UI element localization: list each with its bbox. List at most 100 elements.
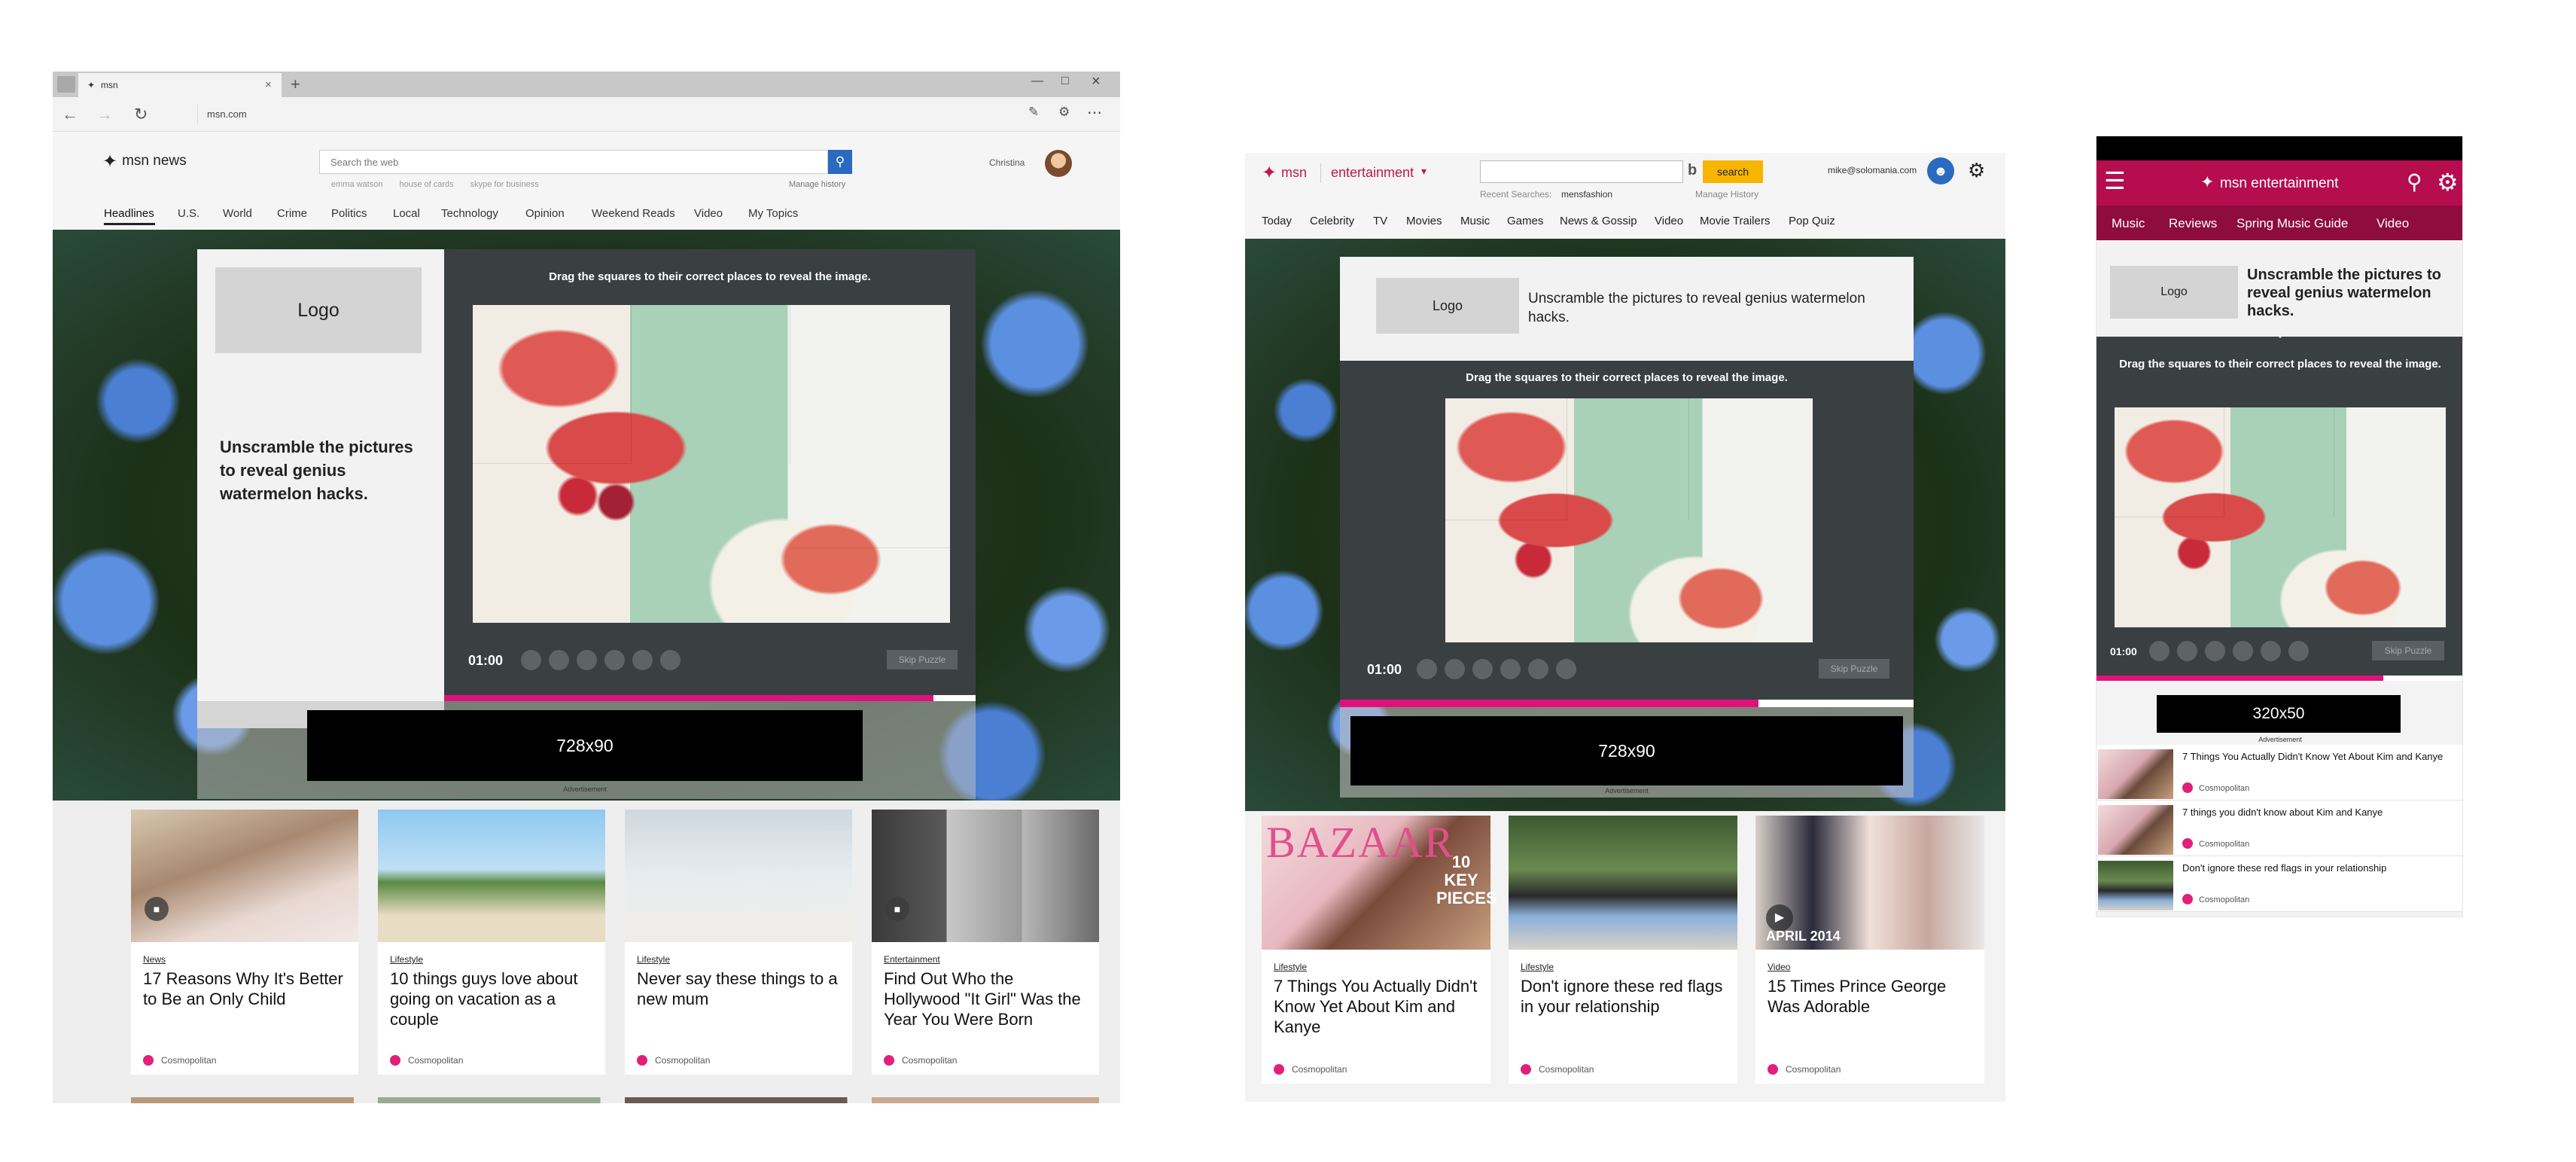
recent-search-value[interactable]: mensfashion	[1561, 189, 1612, 200]
search-icon[interactable]: ⚲	[2407, 169, 2422, 194]
nav-today[interactable]: Today	[1262, 215, 1292, 227]
card-category[interactable]: Video	[1768, 962, 1790, 972]
card-title[interactable]: Never say these things to a new mum	[637, 969, 845, 1010]
tab-list-icon[interactable]	[57, 76, 75, 93]
nav-technology[interactable]: Technology	[441, 207, 498, 220]
puzzle-tile-3[interactable]	[2115, 517, 2224, 627]
card-title[interactable]: 7 Things You Actually Didn't Know Yet Ab…	[1274, 977, 1483, 1037]
puzzle-board[interactable]	[1445, 398, 1813, 642]
puzzle-tile-4[interactable]	[790, 547, 950, 623]
nav-celebrity[interactable]: Celebrity	[1310, 215, 1354, 227]
nav-spring-music-guide[interactable]: Spring Music Guide	[2236, 216, 2348, 231]
back-icon[interactable]: ←	[62, 105, 78, 124]
refresh-icon[interactable]: ↻	[134, 105, 148, 124]
card-title[interactable]: Don't ignore these red flags in your rel…	[1521, 977, 1730, 1017]
card-category[interactable]: News	[143, 954, 166, 965]
nav-music[interactable]: Music	[1460, 215, 1490, 227]
nav-us[interactable]: U.S.	[178, 207, 199, 220]
nav-local[interactable]: Local	[393, 207, 420, 220]
hamburger-icon[interactable]: ☰	[2104, 166, 2126, 195]
puzzle-tile-1[interactable]	[2115, 407, 2224, 517]
nav-world[interactable]: World	[223, 207, 252, 220]
card-title[interactable]: Find Out Who the Hollywood "It Girl" Was…	[884, 969, 1095, 1029]
maximize-icon[interactable]: □	[1061, 75, 1069, 88]
nav-pop-quiz[interactable]: Pop Quiz	[1789, 215, 1835, 227]
card-title[interactable]: 15 Times Prince George Was Adorable	[1768, 977, 1977, 1017]
nav-weekend-reads[interactable]: Weekend Reads	[592, 207, 675, 220]
list-item[interactable]: Don't ignore these red flags in your rel…	[2096, 856, 2462, 912]
puzzle-board[interactable]	[2115, 407, 2446, 627]
tablet-logo[interactable]: msn	[1281, 165, 1307, 181]
list-item[interactable]: 7 Things You Actually Didn't Know Yet Ab…	[2096, 745, 2462, 801]
puzzle-tile-3[interactable]	[473, 464, 632, 623]
news-card[interactable]: Lifestyle Don't ignore these red flags i…	[1509, 816, 1737, 1084]
skip-puzzle-button[interactable]: Skip Puzzle	[1819, 659, 1889, 679]
card-category[interactable]: Lifestyle	[1521, 962, 1554, 972]
username[interactable]: Christina	[989, 157, 1025, 168]
puzzle-board[interactable]	[473, 305, 950, 623]
minimize-icon[interactable]: —	[1031, 75, 1043, 88]
card-category[interactable]: Lifestyle	[1274, 962, 1307, 972]
nav-movie-trailers[interactable]: Movie Trailers	[1700, 215, 1770, 227]
msn-logo[interactable]: ✦ msn news	[102, 150, 187, 172]
manage-history-link[interactable]: Manage History	[1695, 189, 1758, 200]
search-input[interactable]	[1480, 160, 1683, 183]
list-title[interactable]: 7 Things You Actually Didn't Know Yet Ab…	[2182, 751, 2458, 763]
nav-music[interactable]: Music	[2112, 216, 2145, 231]
skip-puzzle-button[interactable]: Skip Puzzle	[2372, 641, 2444, 660]
section-label[interactable]: entertainment	[1331, 165, 1414, 181]
puzzle-tile-2[interactable]	[1567, 398, 1689, 520]
list-title[interactable]: 7 things you didn't know about Kim and K…	[2182, 807, 2458, 819]
nav-my-topics[interactable]: My Topics	[748, 207, 798, 220]
news-card[interactable]: ■ News 17 Reasons Why It's Better to Be …	[131, 810, 358, 1075]
list-item[interactable]: 7 things you didn't know about Kim and K…	[2096, 801, 2462, 856]
nav-opinion[interactable]: Opinion	[525, 207, 565, 220]
search-input[interactable]	[319, 150, 828, 174]
hub-icon[interactable]: ⚙	[1058, 105, 1070, 120]
ad-banner[interactable]: 320x50	[2157, 695, 2401, 733]
puzzle-tile-2[interactable]	[2224, 407, 2334, 517]
search-button[interactable]: ⚲	[828, 150, 852, 174]
nav-headlines[interactable]: Headlines	[104, 207, 154, 220]
card-category[interactable]: Lifestyle	[390, 954, 423, 965]
mobile-logo[interactable]: msn entertainment	[2220, 175, 2338, 192]
card-title[interactable]: 17 Reasons Why It's Better to Be an Only…	[143, 969, 351, 1010]
news-card[interactable]: BAZAAR 10 KEY PIECES Lifestyle 7 Things …	[1262, 816, 1497, 1084]
address-bar[interactable]: msn.com	[197, 105, 1040, 124]
gear-icon[interactable]: ⚙	[2437, 168, 2459, 197]
puzzle-tile-1[interactable]	[473, 305, 632, 464]
nav-reviews[interactable]: Reviews	[2169, 216, 2217, 231]
browser-tab[interactable]: ✦ msn ×	[78, 73, 282, 97]
puzzle-tile-2[interactable]	[632, 305, 790, 464]
manage-history-link[interactable]: Manage history	[789, 180, 845, 189]
more-icon[interactable]: ⋯	[1087, 103, 1102, 122]
nav-movies[interactable]: Movies	[1406, 215, 1442, 227]
news-card[interactable]: ▶ APRIL 2014 Video 15 Times Prince Georg…	[1755, 816, 1984, 1084]
user-email[interactable]: mike@solomania.com	[1828, 165, 1917, 175]
search-button[interactable]: search	[1703, 160, 1763, 183]
nav-video[interactable]: Video	[2377, 216, 2409, 231]
recent-search-2[interactable]: house of cards	[399, 180, 453, 189]
skip-puzzle-button[interactable]: Skip Puzzle	[887, 650, 958, 669]
card-category[interactable]: Entertainment	[884, 954, 940, 965]
list-title[interactable]: Don't ignore these red flags in your rel…	[2182, 862, 2458, 874]
recent-search-3[interactable]: skype for business	[470, 180, 539, 189]
recent-search-1[interactable]: emma watson	[331, 180, 382, 189]
puzzle-tile-1[interactable]	[1445, 398, 1567, 520]
close-tab-icon[interactable]: ×	[265, 78, 272, 91]
nav-video[interactable]: Video	[694, 207, 723, 220]
close-window-icon[interactable]: ×	[1092, 73, 1101, 90]
nav-politics[interactable]: Politics	[331, 207, 367, 220]
news-card[interactable]: ■ Entertainment Find Out Who the Hollywo…	[872, 810, 1099, 1075]
puzzle-tile-3[interactable]	[1445, 520, 1567, 642]
nav-tv[interactable]: TV	[1373, 215, 1387, 227]
reading-view-icon[interactable]: ✎	[1028, 105, 1039, 120]
gear-icon[interactable]: ⚙	[1968, 159, 1985, 182]
ad-banner[interactable]: 728x90	[307, 710, 863, 781]
news-card[interactable]: Lifestyle Never say these things to a ne…	[625, 810, 852, 1075]
chevron-down-icon[interactable]: ▾	[1421, 165, 1427, 178]
news-card[interactable]: Lifestyle 10 things guys love about goin…	[378, 810, 605, 1075]
forward-icon[interactable]: →	[96, 105, 113, 124]
nav-crime[interactable]: Crime	[277, 207, 307, 220]
nav-video[interactable]: Video	[1655, 215, 1683, 227]
